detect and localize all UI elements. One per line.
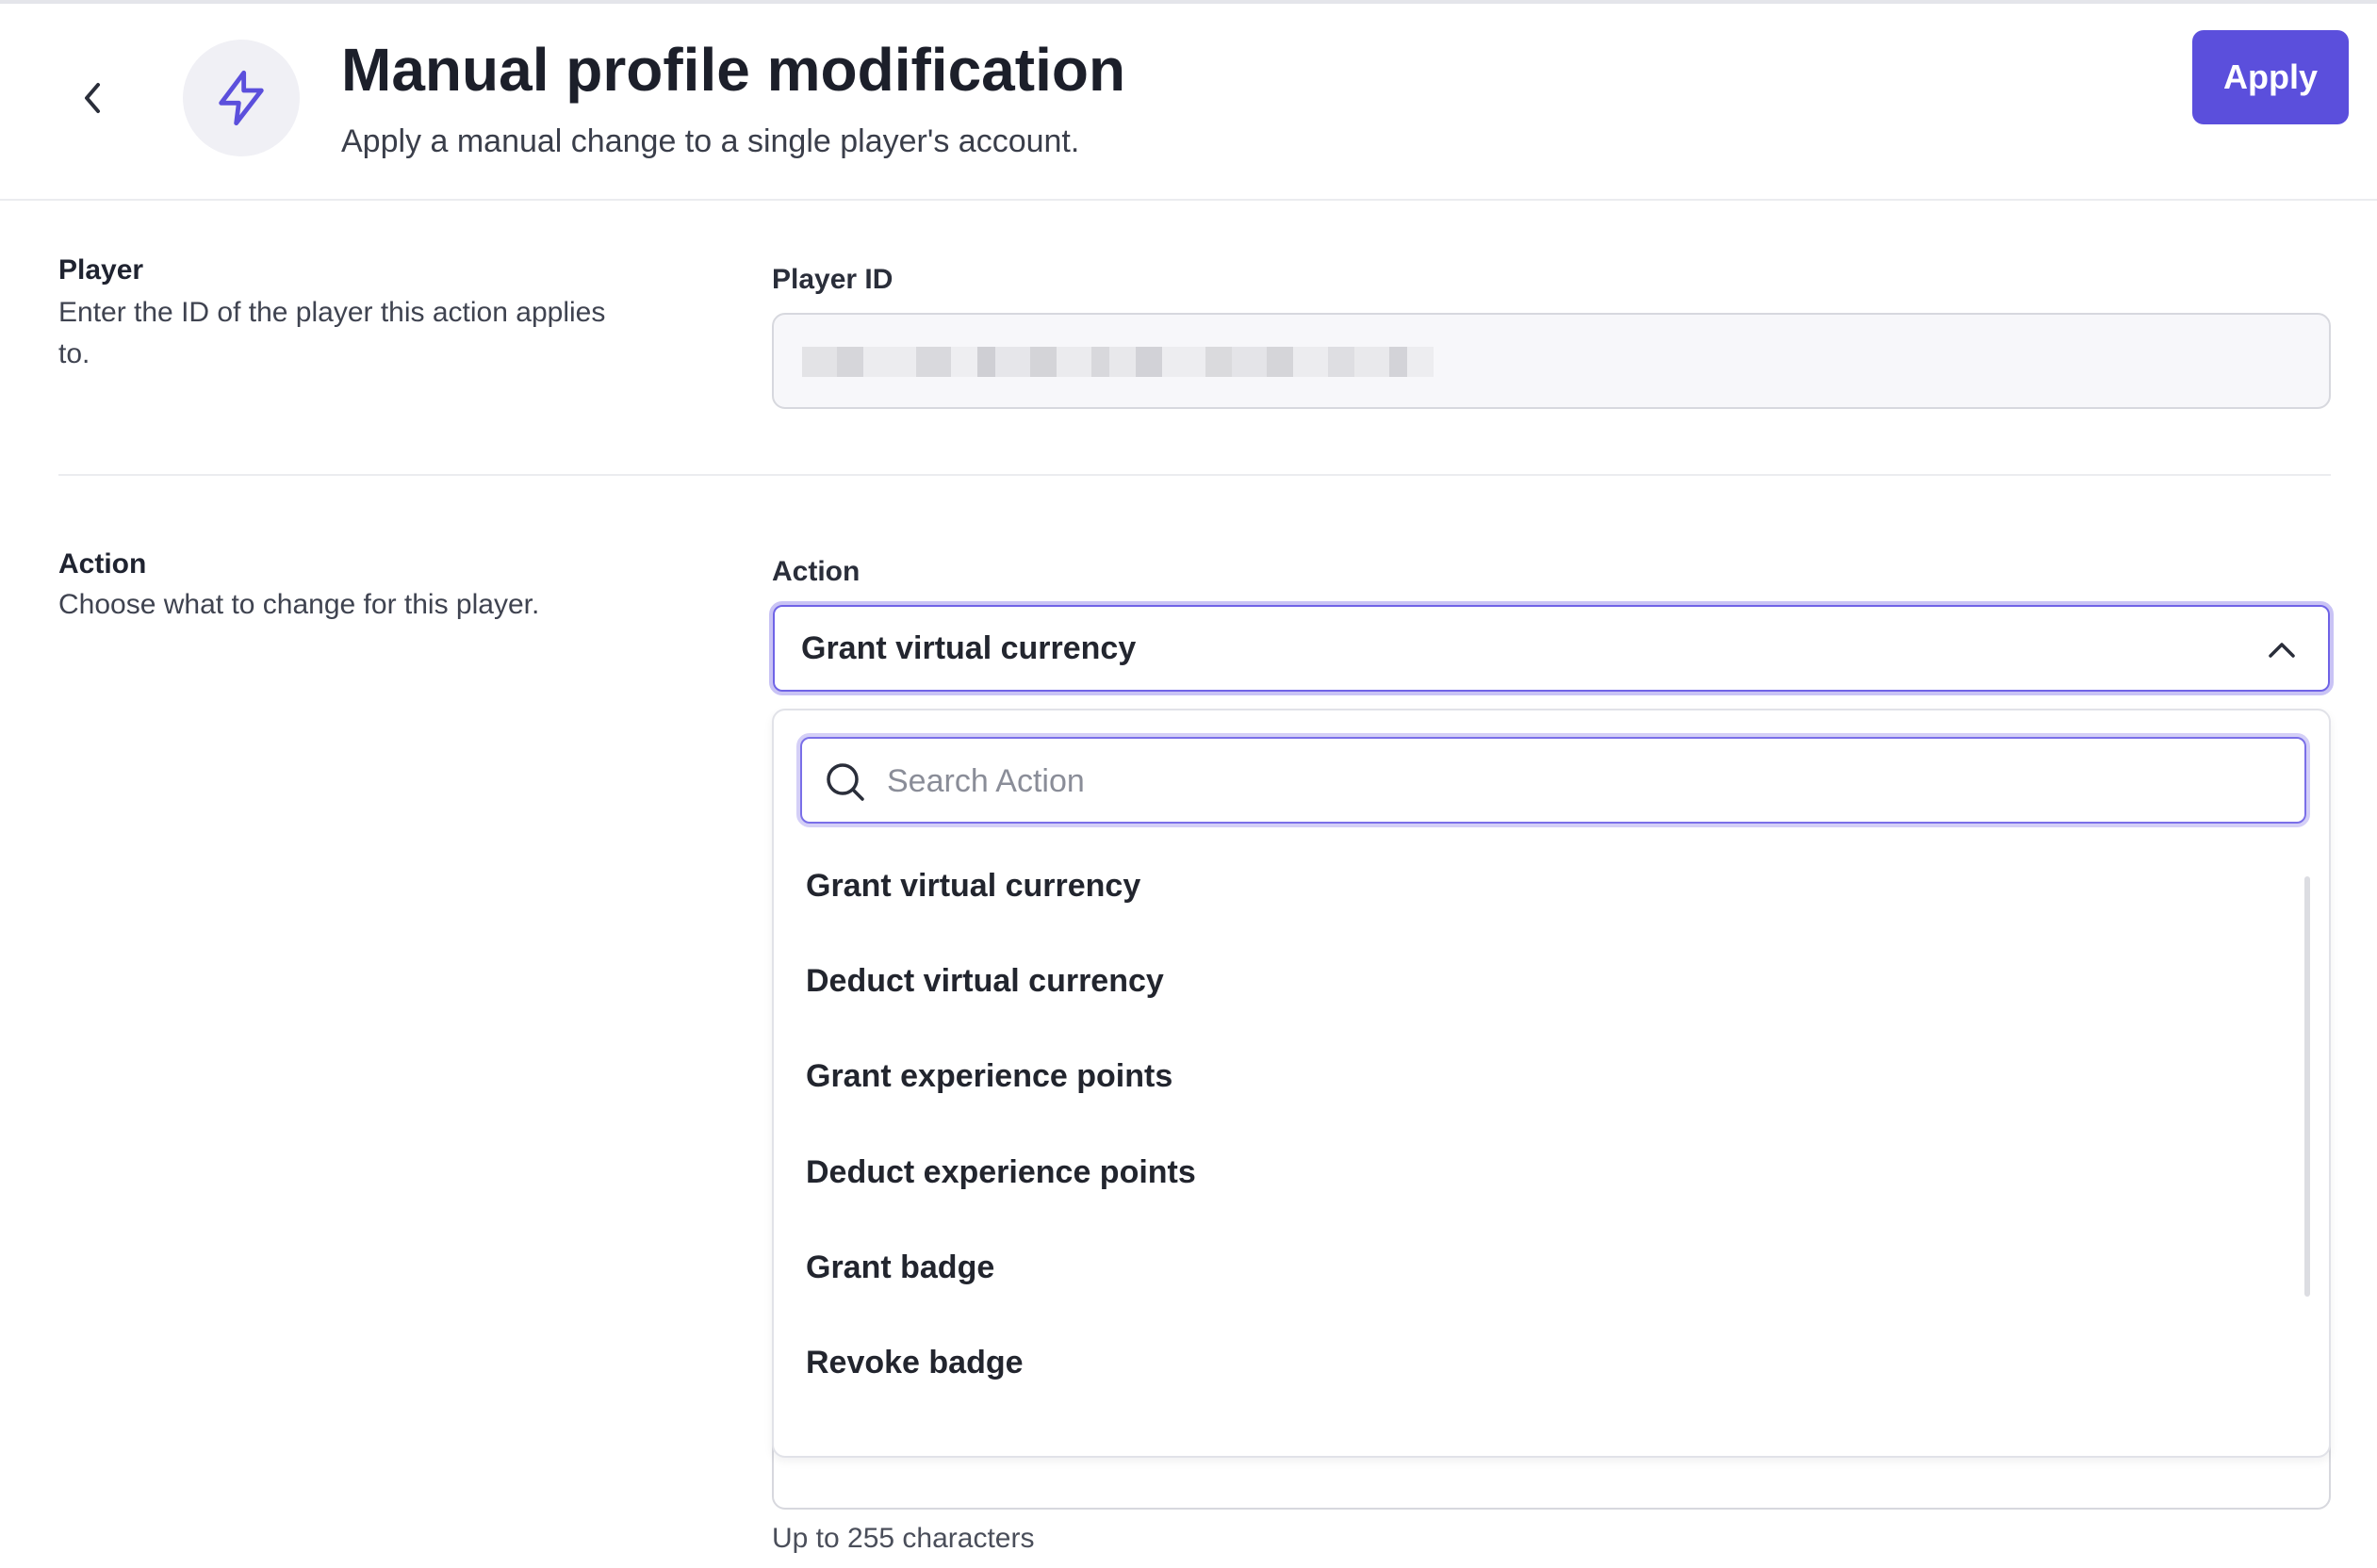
action-section-description: Choose what to change for this player. <box>58 589 540 620</box>
action-dropdown-menu: Grant virtual currency Deduct virtual cu… <box>772 709 2331 1458</box>
header-icon-badge <box>183 40 300 156</box>
section-divider <box>58 474 2331 476</box>
action-option-deduct-experience-points[interactable]: Deduct experience points <box>806 1144 1196 1200</box>
action-option-deduct-virtual-currency[interactable]: Deduct virtual currency <box>806 953 1164 1009</box>
action-option-grant-experience-points[interactable]: Grant experience points <box>806 1048 1172 1104</box>
page-title: Manual profile modification <box>341 36 1126 104</box>
dropdown-scrollbar[interactable] <box>2304 876 2310 1297</box>
apply-button[interactable]: Apply <box>2192 30 2349 124</box>
redacted-player-id <box>802 347 1434 377</box>
player-id-label: Player ID <box>772 264 893 295</box>
action-section-title: Action <box>58 548 147 580</box>
action-option-grant-badge[interactable]: Grant badge <box>806 1239 994 1296</box>
player-section-title: Player <box>58 254 144 286</box>
player-section-description: Enter the ID of the player this action a… <box>58 297 606 369</box>
action-label: Action <box>772 556 861 587</box>
action-option-revoke-badge[interactable]: Revoke badge <box>806 1334 1024 1391</box>
chevron-left-icon <box>85 83 100 113</box>
action-option-grant-virtual-currency[interactable]: Grant virtual currency <box>806 858 1140 914</box>
lightning-bolt-icon <box>219 70 264 126</box>
character-limit-hint: Up to 255 characters <box>772 1523 1035 1554</box>
page-header: Manual profile modification Apply a manu… <box>0 0 2377 201</box>
chevron-up-icon <box>2264 631 2300 667</box>
action-selected-value: Grant virtual currency <box>801 629 1137 666</box>
page-subtitle: Apply a manual change to a single player… <box>341 123 1080 159</box>
action-search-input[interactable] <box>885 750 2265 812</box>
action-search-box[interactable] <box>796 733 2310 827</box>
player-id-input[interactable] <box>772 313 2331 409</box>
search-icon <box>823 760 868 805</box>
back-button[interactable] <box>66 72 119 124</box>
action-select[interactable]: Grant virtual currency <box>769 601 2334 695</box>
